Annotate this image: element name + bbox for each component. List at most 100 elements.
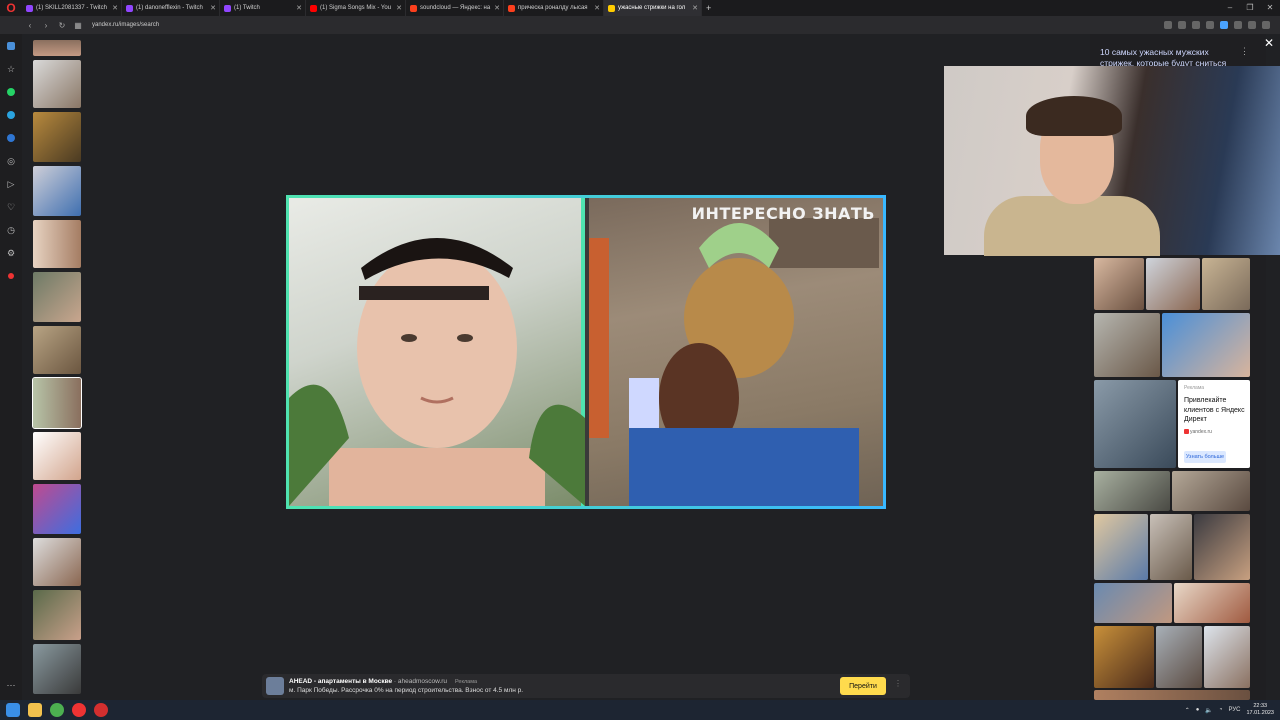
play-icon[interactable]: ▷ <box>0 173 22 195</box>
related-thumbnail[interactable] <box>1094 313 1160 377</box>
thumbnail[interactable] <box>33 166 81 216</box>
ad-title[interactable]: AHEAD - апартаменты в Москве <box>289 678 392 685</box>
tab-close-icon[interactable]: ✕ <box>594 4 600 12</box>
related-thumbnail[interactable] <box>1094 583 1172 623</box>
tab-close-icon[interactable]: ✕ <box>396 4 402 12</box>
related-thumbnail[interactable] <box>1094 380 1176 468</box>
tab-close-icon[interactable]: ✕ <box>296 4 302 12</box>
thumbnail-selected[interactable] <box>32 377 82 429</box>
related-more-icon[interactable]: ⋮ <box>1240 46 1249 57</box>
back-button[interactable]: ‹ <box>22 21 38 30</box>
menu-icon[interactable] <box>1262 21 1270 29</box>
related-thumbnail[interactable] <box>1094 471 1170 511</box>
messenger-icon[interactable] <box>1220 21 1228 29</box>
tab-close-icon[interactable]: ✕ <box>210 4 216 12</box>
extensions-icon[interactable] <box>1234 21 1242 29</box>
tabs-grid-icon[interactable]: ▦ <box>70 21 86 30</box>
ad-banner[interactable]: AHEAD - апартаменты в Москве · aheadmosc… <box>262 674 910 698</box>
browser-tab[interactable]: (1) SKILL2081337 - Twitch ✕ <box>22 0 122 16</box>
ad-card[interactable]: Реклама Привлекайте клиентов с Яндекс Ди… <box>1178 380 1250 468</box>
settings-icon[interactable]: ⚙ <box>0 242 22 264</box>
telegram-icon[interactable] <box>0 104 22 126</box>
history-icon[interactable]: ◷ <box>0 219 22 241</box>
new-tab-button[interactable]: + <box>702 0 715 16</box>
thumbnail[interactable] <box>33 590 81 640</box>
thumbnail[interactable] <box>33 112 81 162</box>
thumbnail[interactable] <box>33 220 81 268</box>
thumbnail[interactable] <box>33 432 81 480</box>
related-thumbnail[interactable] <box>1162 313 1250 377</box>
tab-close-icon[interactable]: ✕ <box>112 4 118 12</box>
ad-more-icon[interactable]: ⋮ <box>894 679 902 688</box>
thumbnail[interactable] <box>33 326 81 374</box>
related-thumbnail[interactable] <box>1146 258 1200 310</box>
vk-icon[interactable] <box>0 127 22 149</box>
whatsapp-icon[interactable] <box>0 81 22 103</box>
heart-icon[interactable] <box>1206 21 1214 29</box>
browser-tab[interactable]: прическа роналду лысая ✕ <box>504 0 604 16</box>
network-icon[interactable]: ◔ <box>1219 707 1223 713</box>
related-thumbnail[interactable] <box>1094 690 1250 700</box>
thumbnail[interactable] <box>33 272 81 322</box>
minimize-button[interactable]: – <box>1220 0 1240 16</box>
pin-icon[interactable] <box>0 265 22 287</box>
tab-close-icon[interactable]: ✕ <box>692 4 698 12</box>
mic-icon[interactable]: ● <box>1196 707 1200 713</box>
reload-button[interactable]: ↻ <box>54 21 70 30</box>
camera-icon[interactable] <box>1178 21 1186 29</box>
related-thumbnail[interactable] <box>1172 471 1250 511</box>
close-window-button[interactable]: ✕ <box>1260 0 1280 16</box>
sidebar-more-icon[interactable]: ⋯ <box>0 674 22 696</box>
opera-icon[interactable] <box>72 703 86 717</box>
chrome-icon[interactable] <box>50 703 64 717</box>
url-field[interactable]: yandex.ru/images/search <box>92 22 159 28</box>
download-icon[interactable] <box>1192 21 1200 29</box>
bad-haircut-photo-left <box>289 198 585 506</box>
browser-tab[interactable]: (1) Sigma Songs Mix - You ✕ <box>306 0 406 16</box>
thumbnail[interactable] <box>33 60 81 108</box>
tab-close-icon[interactable]: ✕ <box>494 4 500 12</box>
ad-card-button[interactable]: Узнать больше <box>1184 451 1226 463</box>
related-thumbnail[interactable] <box>1156 626 1202 688</box>
related-thumbnail[interactable] <box>1194 514 1250 580</box>
close-viewer-button[interactable]: ✕ <box>1264 36 1274 50</box>
thumbnail[interactable] <box>33 644 81 694</box>
browser-tab[interactable]: soundcloud — Яндекс: на ✕ <box>406 0 504 16</box>
related-thumbnail[interactable] <box>1094 258 1144 310</box>
clock[interactable]: 22:33 17.01.2023 <box>1246 703 1274 717</box>
main-image[interactable]: ИНТЕРЕСНО ЗНАТЬ <box>286 195 886 509</box>
tray-arrow-icon[interactable]: ⌃ <box>1185 707 1190 714</box>
tab-label: ужасные стрижки на гол <box>618 5 686 11</box>
browser-tab[interactable]: (1) Twitch ✕ <box>220 0 306 16</box>
related-thumbnail[interactable] <box>1150 514 1192 580</box>
related-thumbnail[interactable] <box>1174 583 1250 623</box>
thumbnail[interactable] <box>33 484 81 534</box>
system-tray: ⌃ ● 🔈 ◔ РУС 22:33 17.01.2023 <box>1185 700 1274 720</box>
ad-go-button[interactable]: Перейти <box>840 677 886 695</box>
related-thumbnail[interactable] <box>1094 626 1154 688</box>
maximize-button[interactable]: ❐ <box>1240 0 1260 16</box>
webcam-person-hair <box>1026 96 1122 136</box>
ad-domain[interactable]: · aheadmoscow.ru <box>392 678 447 685</box>
app-icon[interactable] <box>94 703 108 717</box>
bookmarks-icon[interactable]: ☆ <box>0 58 22 80</box>
music-icon[interactable]: ◎ <box>0 150 22 172</box>
browser-tab[interactable]: ужасные стрижки на гол ✕ <box>604 0 702 16</box>
screenshot-icon[interactable] <box>1164 21 1172 29</box>
heart-icon[interactable]: ♡ <box>0 196 22 218</box>
ad-logo-icon <box>266 677 284 695</box>
explorer-icon[interactable] <box>28 703 42 717</box>
related-thumbnail[interactable] <box>1094 514 1148 580</box>
windows-start-icon[interactable] <box>6 703 20 717</box>
browser-tab[interactable]: (1) danonefflexin - Twitch ✕ <box>122 0 220 16</box>
forward-button[interactable]: › <box>38 21 54 30</box>
opera-logo-icon[interactable]: O <box>0 0 22 16</box>
related-thumbnail[interactable] <box>1204 626 1250 688</box>
volume-icon[interactable]: 🔈 <box>1205 707 1212 714</box>
thumbnail[interactable] <box>33 40 81 56</box>
related-thumbnail[interactable] <box>1202 258 1250 310</box>
profile-icon[interactable] <box>1248 21 1256 29</box>
language-indicator[interactable]: РУС <box>1228 707 1240 713</box>
thumbnail[interactable] <box>33 538 81 586</box>
home-icon[interactable] <box>0 35 22 57</box>
